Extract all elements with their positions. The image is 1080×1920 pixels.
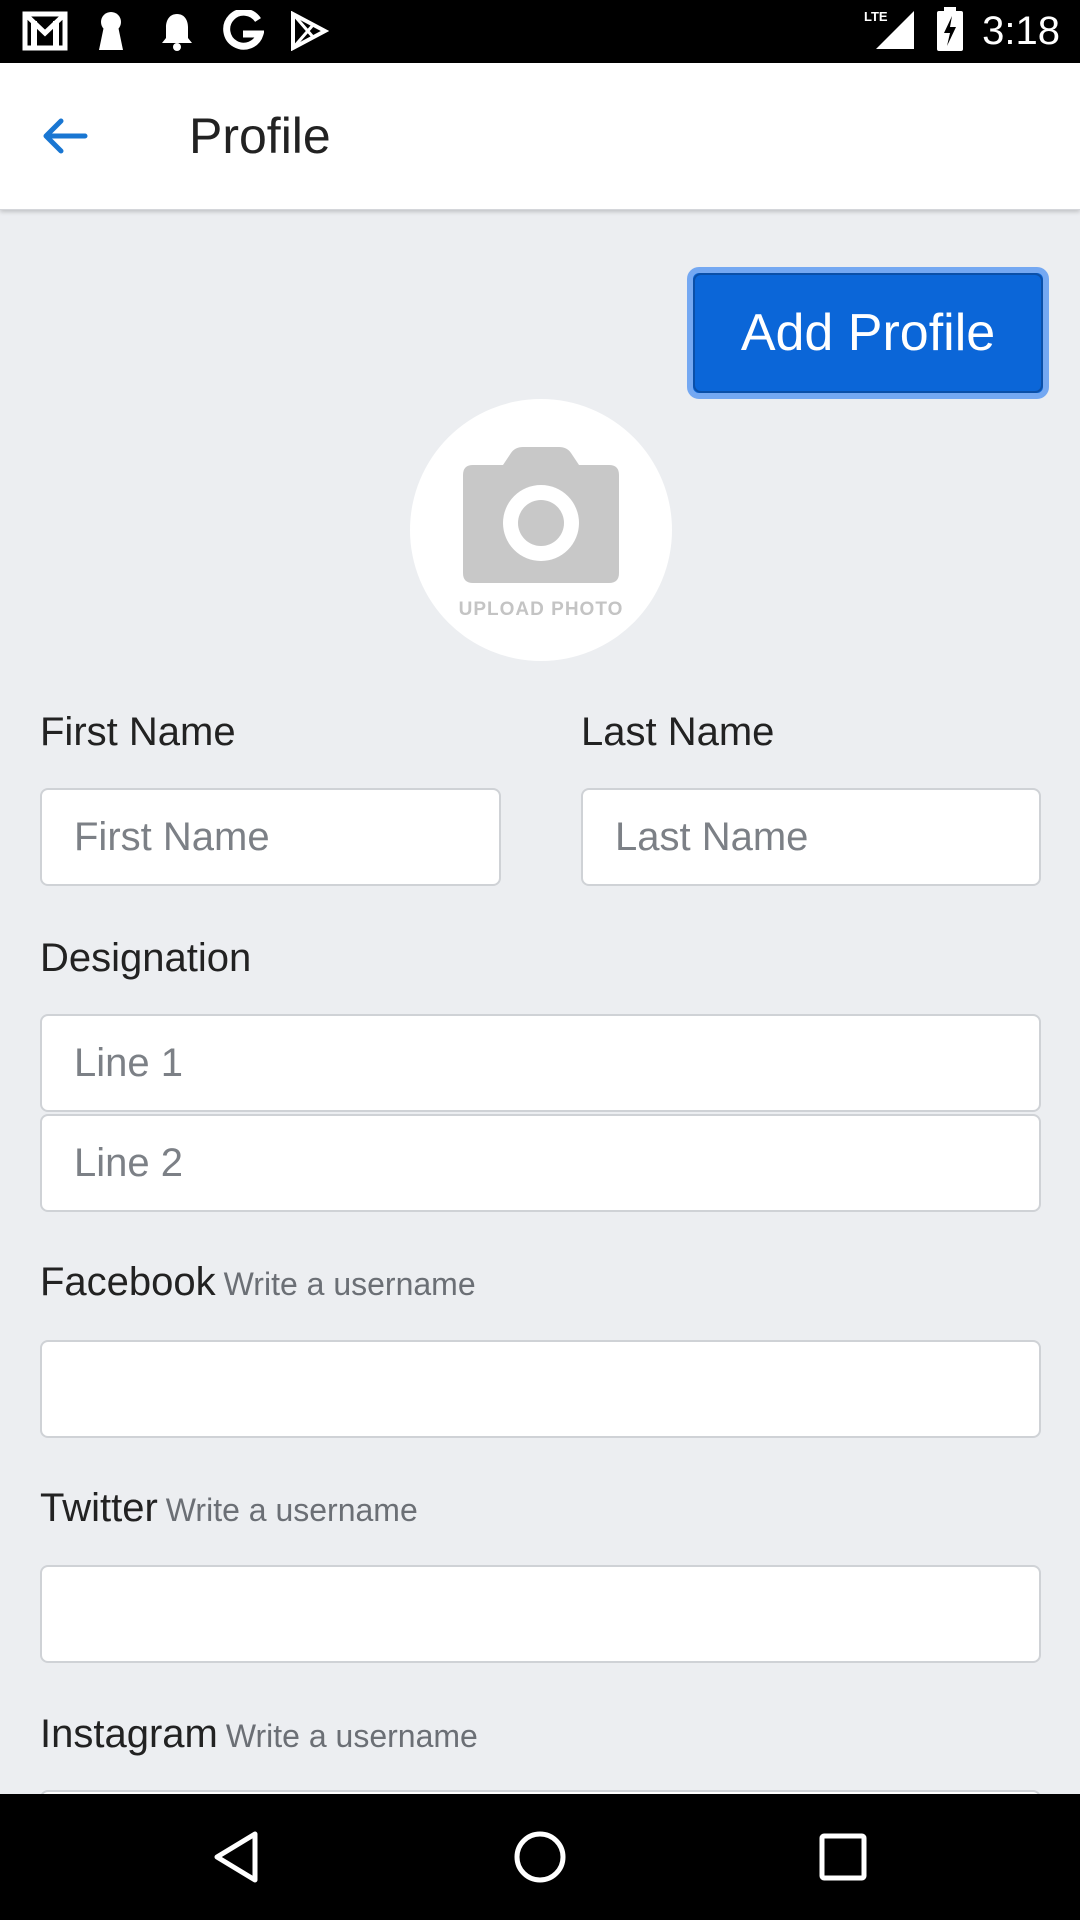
facebook-label-text: Facebook (40, 1260, 216, 1304)
add-profile-button[interactable]: Add Profile (687, 267, 1049, 399)
back-triangle-icon (214, 1831, 258, 1883)
twitter-hint: Write a username (165, 1492, 418, 1528)
navigation-bar (0, 1794, 1080, 1920)
twitter-input[interactable] (40, 1565, 1041, 1663)
recents-square-icon (819, 1833, 867, 1881)
facebook-label: Facebook Write a username (40, 1260, 476, 1305)
nav-home-button[interactable] (507, 1824, 573, 1890)
battery-icon (936, 7, 964, 56)
first-name-input[interactable] (40, 788, 501, 886)
play-store-icon (286, 10, 332, 52)
upload-photo-button[interactable]: UPLOAD PHOTO (410, 399, 672, 661)
nav-recents-button[interactable] (810, 1824, 876, 1890)
designation-line1-input[interactable] (40, 1014, 1041, 1112)
home-circle-icon (514, 1831, 566, 1883)
page-title: Profile (189, 108, 331, 164)
profile-form: Add Profile UPLOAD PHOTO First Name Last… (0, 210, 1080, 1794)
google-icon (220, 10, 266, 52)
network-type: LTE (864, 9, 888, 24)
notification-icons (22, 10, 332, 52)
designation-label: Designation (40, 936, 252, 980)
first-name-label: First Name (40, 710, 236, 754)
status-bar: LTE 3:18 (0, 0, 1080, 63)
twitter-label-text: Twitter (40, 1486, 158, 1530)
add-profile-label: Add Profile (693, 273, 1043, 393)
arrow-left-icon (43, 118, 88, 154)
nav-back-button[interactable] (203, 1824, 269, 1890)
last-name-label: Last Name (581, 710, 775, 754)
keyhole-icon (88, 10, 134, 52)
designation-line2-input[interactable] (40, 1114, 1041, 1212)
facebook-hint: Write a username (223, 1266, 476, 1302)
instagram-label: Instagram Write a username (40, 1712, 478, 1757)
bell-icon (154, 10, 200, 52)
twitter-label: Twitter Write a username (40, 1486, 418, 1531)
back-button[interactable] (30, 101, 100, 171)
upload-photo-label: UPLOAD PHOTO (458, 599, 624, 620)
facebook-input[interactable] (40, 1340, 1041, 1438)
camera-icon (463, 447, 619, 583)
gmail-icon (22, 10, 68, 52)
instagram-hint: Write a username (225, 1718, 478, 1754)
instagram-label-text: Instagram (40, 1712, 218, 1756)
signal-icon: LTE (862, 7, 918, 56)
app-bar: Profile (0, 63, 1080, 210)
system-status: LTE 3:18 (862, 0, 1060, 63)
clock: 3:18 (982, 9, 1060, 53)
last-name-input[interactable] (581, 788, 1041, 886)
